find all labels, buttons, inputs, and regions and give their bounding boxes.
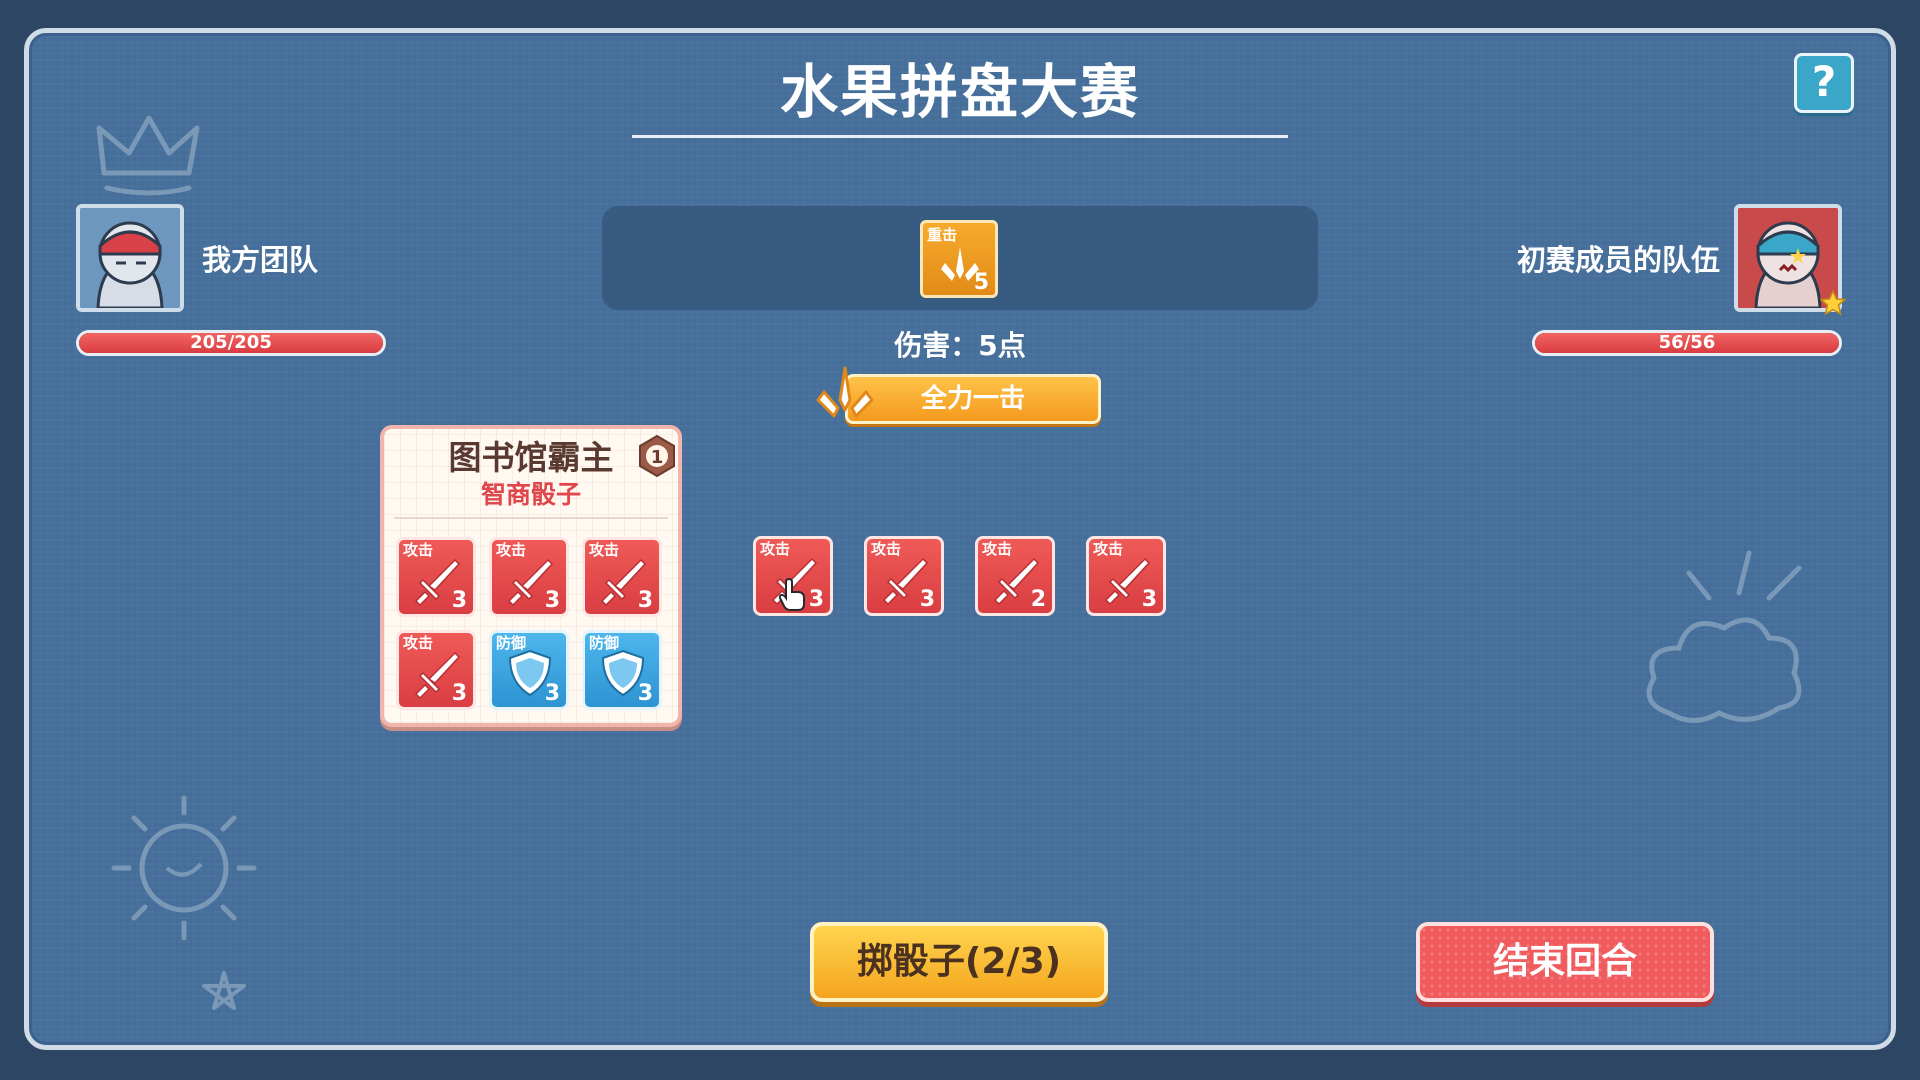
defense-die[interactable]: 防御 3 [489,630,569,710]
card-divider [394,517,668,519]
attack-die[interactable]: 攻击 3 [582,537,662,617]
hand-cursor-icon [778,578,805,611]
my-team-name: 我方团队 [202,243,319,277]
title-underline [632,135,1288,138]
help-button[interactable]: ? [1794,53,1854,113]
defense-die[interactable]: 防御 3 [582,630,662,710]
enemy-team-hp-bar: 56/56 [1532,330,1842,356]
damage-text: 伤害：5点 [894,329,1026,362]
die-type-label: 攻击 [496,541,527,559]
die-type-label: 防御 [496,634,527,652]
die-value: 3 [808,587,824,612]
rolled-attack-die[interactable]: 攻击 3 [864,536,944,616]
game-title: 水果拼盘大赛 [779,58,1140,126]
attack-die[interactable]: 攻击 3 [396,630,476,710]
die-type-label: 攻击 [1093,540,1124,558]
die-value: 3 [919,587,935,612]
enemy-team-hp-text: 56/56 [1658,332,1716,353]
character-name: 图书馆霸主 [448,438,614,477]
my-team-avatar[interactable] [76,204,184,312]
die-value: 3 [637,681,653,706]
die-type-label: 攻击 [589,541,620,559]
full-attack-button[interactable]: 全力一击 [845,374,1101,424]
level-number: 1 [651,447,664,468]
die-value: 3 [637,588,653,613]
skill-value: 5 [973,270,989,295]
end-turn-button[interactable]: 结束回合 [1416,922,1714,1002]
die-value: 3 [451,681,467,706]
my-team-hp-bar: 205/205 [76,330,386,356]
rolled-attack-die[interactable]: 攻击 3 [1086,536,1166,616]
die-type-label: 攻击 [760,540,791,558]
cloud-doodle-icon [1646,550,1802,723]
die-value: 2 [1030,587,1046,612]
die-value: 3 [544,681,560,706]
rolled-attack-die[interactable]: 攻击 2 [975,536,1055,616]
die-type-label: 攻击 [982,540,1013,558]
attack-die[interactable]: 攻击 3 [489,537,569,617]
my-team-hp-text: 205/205 [190,332,272,353]
die-type-label: 攻击 [403,634,434,652]
die-value: 3 [544,588,560,613]
die-type-label: 攻击 [871,540,902,558]
die-value: 3 [451,588,467,613]
die-type-label: 攻击 [403,541,434,559]
enemy-team-name: 初赛成员的队伍 [1516,243,1720,277]
crown-doodle-icon [96,115,200,196]
star-badge-icon [1820,290,1846,316]
character-dice-class: 智商骰子 [480,480,581,509]
character-card[interactable]: 图书馆霸主 智商骰子 1 攻击 3 攻击 3 攻击 3 攻击 3 防御 3 防御 3 [380,425,682,727]
ninja-avatar-icon [80,208,180,308]
level-badge: 1 [639,435,675,477]
game-board [24,28,1896,1050]
skill-card[interactable]: 重击 5 [920,220,998,298]
attack-die[interactable]: 攻击 3 [396,537,476,617]
die-type-label: 防御 [589,634,620,652]
roll-dice-button[interactable]: 掷骰子(2/3) [810,922,1108,1002]
full-attack-icon [816,366,874,418]
sun-doodle-icon [111,795,257,1010]
die-value: 3 [1141,587,1157,612]
